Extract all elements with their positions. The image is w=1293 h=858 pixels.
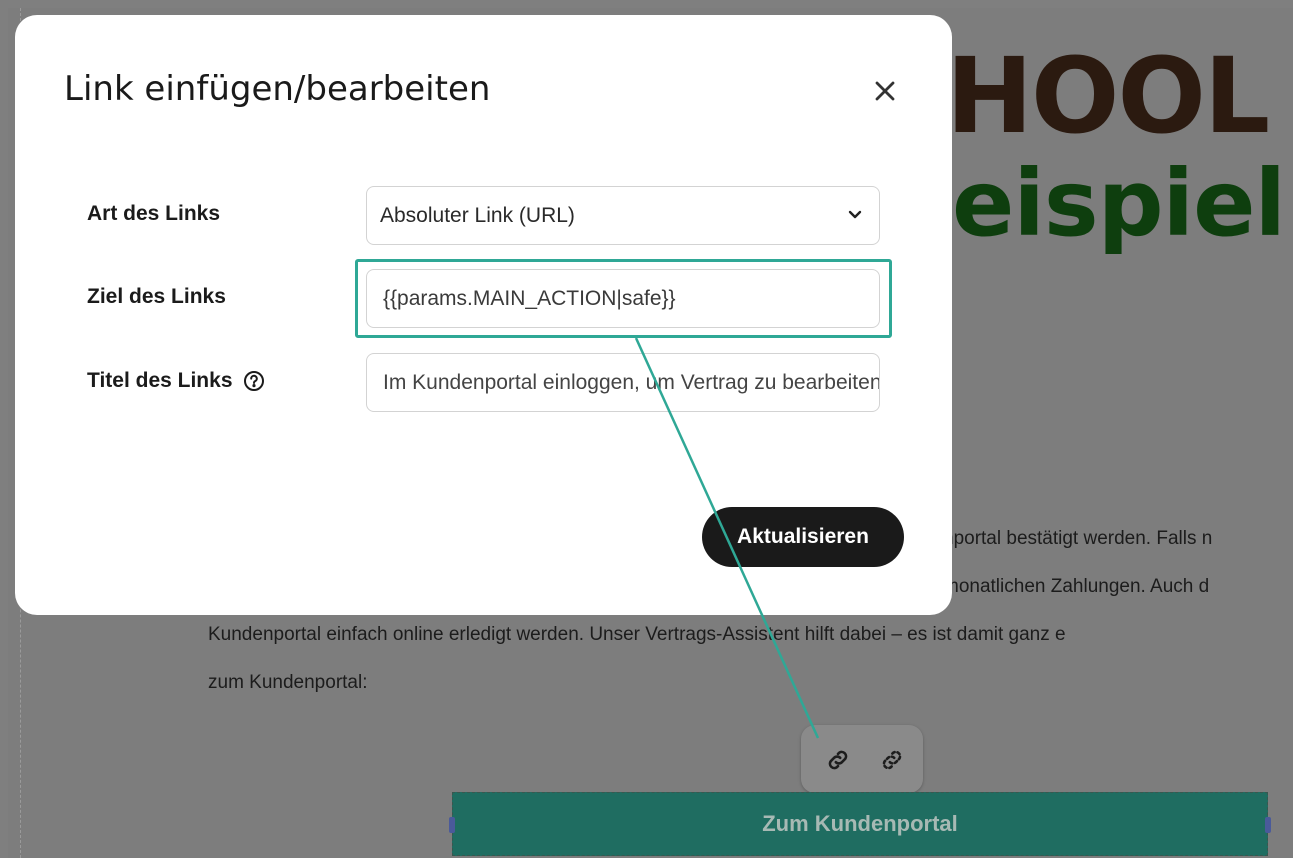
hero-heading-line2: eispiel (952, 150, 1286, 257)
link-target-label: Ziel des Links (87, 285, 226, 308)
link-dialog: Link einfügen/bearbeiten Art des Links A… (15, 15, 952, 615)
hero-heading-line1: HOOL (946, 35, 1270, 157)
cta-label: Zum Kundenportal (762, 811, 958, 836)
unlink-icon[interactable] (879, 747, 905, 773)
cta-button[interactable]: Zum Kundenportal (449, 792, 1271, 856)
update-button[interactable]: Aktualisieren (702, 507, 904, 567)
link-title-label-text: Titel des Links (87, 369, 233, 392)
paragraph-line: Kundenportal einfach online erledigt wer… (208, 624, 1066, 645)
link-type-label: Art des Links (87, 202, 221, 225)
link-type-select[interactable]: Absoluter Link (URL) (366, 186, 880, 245)
link-icon[interactable] (825, 747, 851, 773)
close-button[interactable] (867, 75, 903, 111)
link-title-input[interactable]: Im Kundenportal einloggen, um Vertrag zu… (366, 353, 880, 412)
resize-handle-right[interactable] (1265, 817, 1271, 833)
paragraph-line: monatlichen Zahlungen. Auch d (943, 576, 1210, 597)
chevron-down-icon (847, 204, 863, 228)
link-title-value: Im Kundenportal einloggen, um Vertrag zu… (383, 370, 880, 394)
close-icon (873, 79, 897, 108)
link-title-label: Titel des Links (87, 369, 265, 393)
paragraph-line: nportal bestätigt werden. Falls n (943, 528, 1213, 549)
link-type-value: Absoluter Link (URL) (380, 203, 575, 227)
link-target-value: {{params.MAIN_ACTION|safe}} (383, 286, 676, 310)
help-icon[interactable] (243, 370, 265, 392)
link-toolbar (801, 725, 923, 793)
link-target-input[interactable]: {{params.MAIN_ACTION|safe}} (366, 269, 880, 328)
dialog-title: Link einfügen/bearbeiten (64, 69, 491, 109)
paragraph-line: zum Kundenportal: (208, 672, 368, 693)
resize-handle-left[interactable] (449, 817, 455, 833)
